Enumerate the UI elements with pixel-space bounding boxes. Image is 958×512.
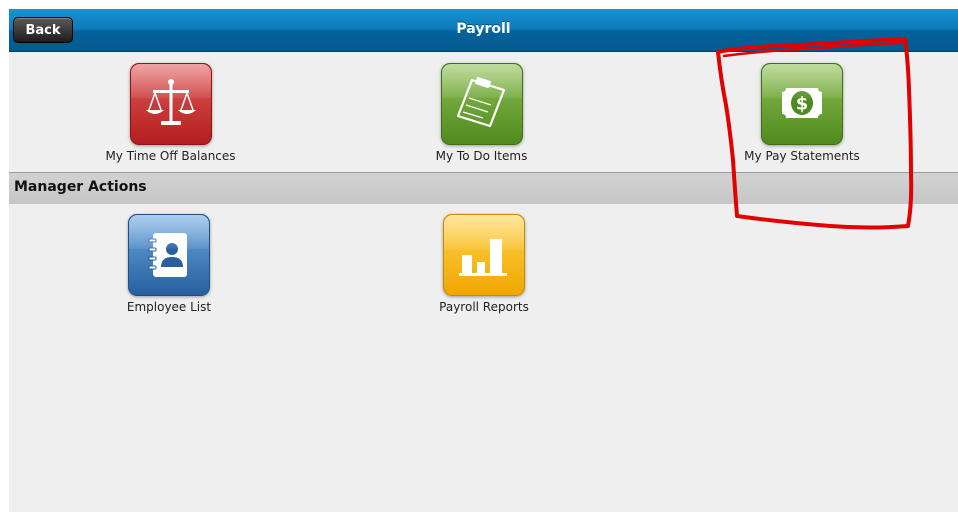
tile-my-time-off-balances[interactable]: My Time Off Balances bbox=[78, 63, 263, 163]
tile-label: My Pay Statements bbox=[744, 149, 860, 163]
tile-label: Employee List bbox=[126, 300, 212, 314]
clipboard-icon bbox=[440, 63, 523, 145]
scales-icon bbox=[129, 63, 212, 145]
section-title: Manager Actions bbox=[14, 179, 147, 195]
back-button[interactable]: Back bbox=[13, 17, 73, 43]
dollar-bill-icon: $ bbox=[761, 63, 843, 145]
tile-label: Payroll Reports bbox=[439, 300, 529, 314]
bar-chart-icon bbox=[443, 214, 525, 296]
tile-payroll-reports[interactable]: Payroll Reports bbox=[419, 214, 549, 314]
manager-actions-header: Manager Actions bbox=[9, 172, 958, 204]
tile-label: My To Do Items bbox=[435, 149, 528, 163]
top-bar: Payroll Back bbox=[9, 9, 958, 52]
tile-my-to-do-items[interactable]: My To Do Items bbox=[399, 63, 564, 163]
tile-employee-list[interactable]: Employee List bbox=[99, 214, 239, 314]
page-title: Payroll bbox=[456, 21, 511, 37]
svg-text:$: $ bbox=[796, 94, 809, 115]
address-book-icon bbox=[128, 214, 210, 296]
tile-label: My Time Off Balances bbox=[105, 149, 236, 163]
tile-my-pay-statements[interactable]: $ My Pay Statements bbox=[727, 63, 877, 163]
payroll-app: Payroll Back My Time Off Balances My To … bbox=[9, 9, 958, 512]
